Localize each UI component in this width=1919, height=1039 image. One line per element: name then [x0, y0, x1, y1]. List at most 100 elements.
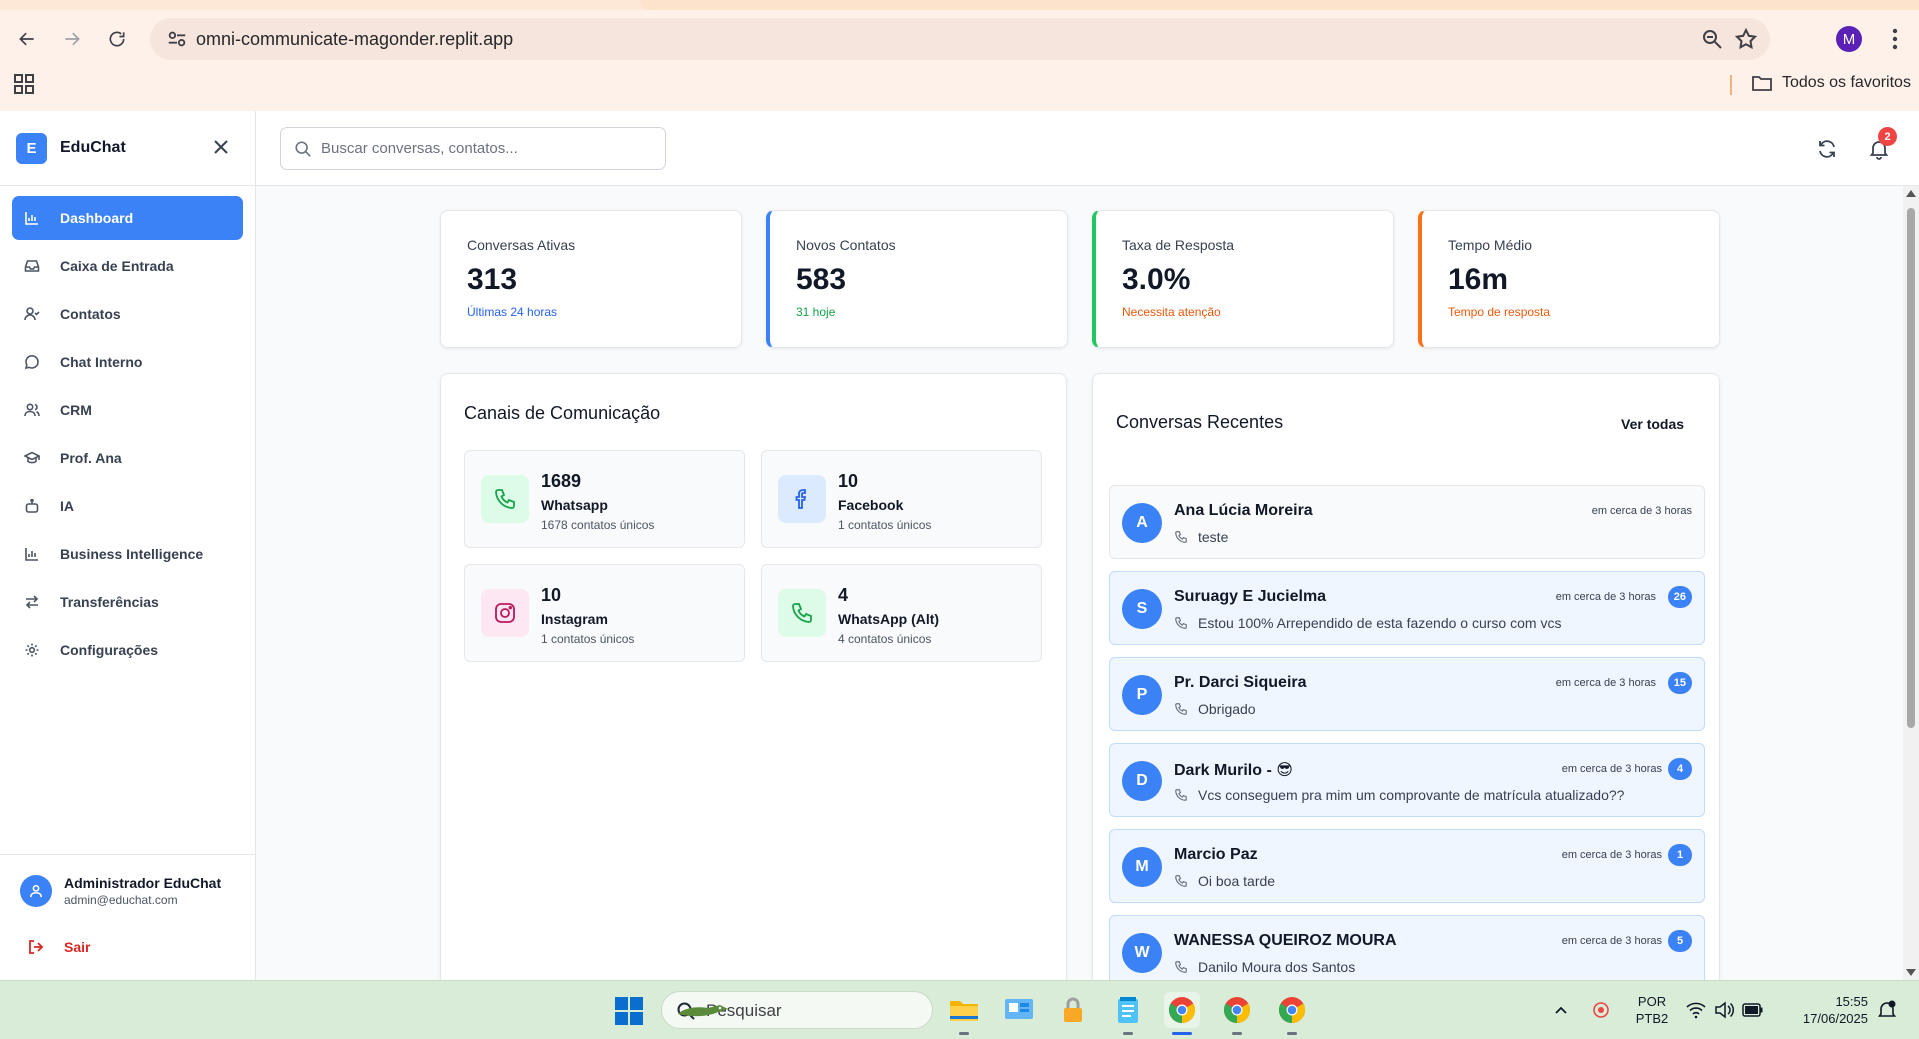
graduation-cap-icon [24, 451, 40, 464]
notepad-icon[interactable] [1110, 992, 1146, 1035]
stat-label: Taxa de Resposta [1122, 237, 1235, 253]
phone-icon [1175, 703, 1187, 715]
bookmarks-bar: Todos os favoritos [0, 66, 1919, 104]
taskbar-search[interactable]: Pesquisar [661, 991, 933, 1029]
sidebar-item-label: Chat Interno [60, 354, 143, 370]
channel-card-facebook[interactable]: 10 Facebook 1 contatos únicos [761, 450, 1042, 548]
sidebar-item-transfers[interactable]: Transferências [12, 580, 243, 624]
close-sidebar-icon[interactable] [209, 135, 233, 159]
sidebar-item-ia[interactable]: IA [12, 484, 243, 528]
conversation-time: em cerca de 3 horas [1561, 763, 1662, 775]
stat-value: 3.0% [1122, 263, 1191, 296]
address-bar[interactable]: omni-communicate-magonder.replit.app [150, 18, 1770, 60]
battery-icon[interactable] [1742, 1002, 1764, 1018]
url-text[interactable]: omni-communicate-magonder.replit.app [196, 29, 513, 50]
stat-label: Novos Contatos [796, 237, 896, 253]
chevron-up-icon[interactable] [1553, 1002, 1569, 1018]
file-explorer-icon[interactable] [946, 992, 982, 1035]
avatar: S [1122, 589, 1162, 629]
taskbar: Pesquisar POR PTB2 15:55 17/06/2025 [0, 980, 1919, 1039]
active-tab[interactable] [640, 0, 1919, 10]
channel-unique-contacts: 1 contatos únicos [838, 518, 932, 532]
sidebar-item-crm[interactable]: CRM [12, 388, 243, 432]
sidebar-item-dashboard[interactable]: Dashboard [12, 196, 243, 240]
channel-card-whatsapp-alt[interactable]: 4 WhatsApp (Alt) 4 contatos únicos [761, 564, 1042, 662]
unread-badge: 15 [1667, 672, 1692, 694]
user-icon [29, 884, 43, 898]
navigation-bar: omni-communicate-magonder.replit.app M [0, 18, 1919, 60]
instagram-icon [481, 589, 529, 637]
notification-badge: 2 [1878, 127, 1897, 146]
conversation-item[interactable]: S Suruagy E Jucielma em cerca de 3 horas… [1109, 571, 1705, 645]
channel-name: Instagram [541, 611, 608, 627]
conversation-item[interactable]: W WANESSA QUEIROZ MOURA em cerca de 3 ho… [1109, 915, 1705, 980]
input-language[interactable]: POR PTB2 [1629, 993, 1675, 1027]
search-input[interactable] [321, 128, 651, 169]
apps-grid-icon[interactable] [14, 74, 34, 94]
sidebar-item-settings[interactable]: Configurações [12, 628, 243, 672]
keyboard-layout: PTB2 [1635, 1011, 1669, 1026]
phone-icon [1175, 617, 1187, 629]
forward-icon[interactable] [55, 22, 89, 56]
scrollbar-thumb[interactable] [1907, 208, 1915, 728]
profile-avatar[interactable]: M [1836, 26, 1862, 52]
windows-start-icon[interactable] [614, 996, 644, 1026]
chrome-profile-photo-icon[interactable] [1274, 992, 1310, 1035]
conversation-preview: Obrigado [1174, 701, 1256, 717]
sidebar-item-contacts[interactable]: Contatos [12, 292, 243, 336]
system-clock[interactable]: 15:55 17/06/2025 [1778, 993, 1868, 1027]
user-profile[interactable]: Administrador EduChat admin@educhat.com [20, 875, 221, 907]
browser-chrome: omni-communicate-magonder.replit.app M T… [0, 0, 1919, 111]
channel-card-instagram[interactable]: 10 Instagram 1 contatos únicos [464, 564, 745, 662]
conversation-item[interactable]: P Pr. Darci Siqueira em cerca de 3 horas… [1109, 657, 1705, 731]
unread-badge: 1 [1668, 844, 1692, 866]
bookmark-star-icon[interactable] [1734, 27, 1758, 51]
sidebar: E EduChat Dashboard Caixa de Entrada Con… [0, 111, 256, 980]
see-all-link[interactable]: Ver todas [1621, 416, 1684, 432]
chrome-profile-z-icon[interactable] [1219, 992, 1255, 1035]
site-settings-icon[interactable] [166, 28, 188, 50]
page-scrollbar[interactable] [1903, 186, 1919, 980]
users-icon [24, 403, 40, 417]
scroll-down-icon[interactable] [1906, 969, 1916, 976]
channel-count: 1689 [541, 471, 582, 491]
sidebar-item-inbox[interactable]: Caixa de Entrada [12, 244, 243, 288]
security-lock-icon[interactable] [1055, 992, 1091, 1028]
volume-icon[interactable] [1714, 1001, 1734, 1019]
back-icon[interactable] [10, 22, 44, 56]
control-panel-icon[interactable] [1001, 992, 1037, 1028]
sidebar-item-label: Caixa de Entrada [60, 258, 174, 274]
bar-chart-icon [25, 548, 38, 561]
conversation-contact-name: Suruagy E Jucielma [1174, 588, 1327, 605]
logout-button[interactable]: Sair [28, 939, 90, 955]
stat-subtext: Últimas 24 horas [467, 305, 558, 319]
refresh-icon[interactable] [1816, 138, 1838, 160]
conversation-item[interactable]: A Ana Lúcia Moreira em cerca de 3 horas … [1109, 485, 1705, 559]
avatar: A [1122, 503, 1162, 543]
avatar: D [1122, 761, 1162, 801]
stat-value: 16m [1448, 263, 1509, 296]
scroll-up-icon[interactable] [1906, 190, 1916, 197]
stat-card-average-time: Tempo Médio 16m Tempo de resposta [1418, 210, 1720, 348]
all-bookmarks-button[interactable]: Todos os favoritos [1752, 74, 1911, 92]
wifi-icon[interactable] [1686, 1001, 1706, 1019]
conversation-preview: Vcs conseguem pra mim um comprovante de … [1174, 787, 1624, 803]
sidebar-item-prof-ana[interactable]: Prof. Ana [12, 436, 243, 480]
stat-label: Tempo Médio [1448, 237, 1533, 253]
chrome-profile-m-icon[interactable] [1164, 992, 1200, 1035]
sidebar-item-internal-chat[interactable]: Chat Interno [12, 340, 243, 384]
notifications-icon[interactable] [1876, 999, 1898, 1021]
reload-icon[interactable] [100, 22, 134, 56]
conversation-item[interactable]: M Marcio Paz em cerca de 3 horas 1 Oi bo… [1109, 829, 1705, 903]
recent-conversations-panel: Conversas Recentes Ver todas A Ana Lúcia… [1092, 373, 1720, 980]
meet-indicator-icon[interactable] [1592, 1001, 1610, 1019]
channel-card-whatsapp[interactable]: 1689 Whatsapp 1678 contatos únicos [464, 450, 745, 548]
sidebar-item-business-intelligence[interactable]: Business Intelligence [12, 532, 243, 576]
zoom-icon[interactable] [1700, 27, 1724, 51]
channel-unique-contacts: 1678 contatos únicos [541, 518, 655, 532]
more-menu-icon[interactable] [1880, 24, 1910, 54]
search-box[interactable] [280, 127, 666, 170]
clock-date: 17/06/2025 [1802, 1011, 1868, 1026]
conversation-item[interactable]: D Dark Murilo - 😎 em cerca de 3 horas 4 … [1109, 743, 1705, 817]
conversation-last-message: Estou 100% Arrependido de esta fazendo o… [1198, 615, 1562, 631]
